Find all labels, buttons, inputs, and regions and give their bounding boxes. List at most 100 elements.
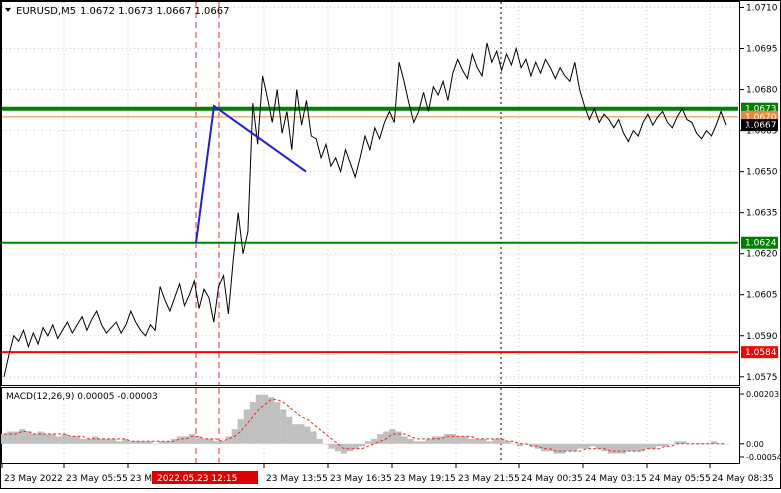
macd-bar [104,438,111,444]
macd-bar [510,443,517,445]
macd-tick-label: -0.00054 [746,453,781,462]
macd-bar [249,402,256,444]
macd-bar [656,443,663,447]
macd-bar [13,431,20,444]
symbol-label: EURUSD,M5 [16,6,76,17]
macd-bar [553,443,560,454]
macd-bar [547,443,554,452]
macd-bar [304,426,311,444]
price-tick-label: 1.0680 [746,86,778,96]
price-tick-label: 1.0710 [746,3,778,13]
macd-bar [480,438,487,444]
time-label: 24 May 05:55 [649,474,711,484]
price-tick-label: 1.0590 [746,332,778,342]
macd-tick-label: 0.00203 [746,390,779,399]
level-tag-label: 1.0584 [745,348,777,358]
cursor-time-label: 2022.05.23 12:15 [157,474,237,484]
macd-bar [298,424,305,444]
macd-bar [389,429,396,444]
macd-bar [632,443,639,452]
macd-bar [322,443,329,445]
macd-bar [67,436,74,444]
macd-bar [352,443,360,449]
macd-label: MACD(12,26,9) 0.00005 -0.00003 [6,392,158,402]
time-label: 23 May 13:55 [266,474,328,484]
macd-bar [7,431,14,444]
macd-bar [43,434,50,444]
macd-bar [613,443,620,454]
macd-bar [365,441,372,444]
macd-bar [625,443,633,452]
chart-window: 1.0673 1.0670 1.0667 1.0624 1.0584 1.0710 1.0… [0,0,781,489]
time-label: 23 May 16:35 [330,474,392,484]
macd-bar [55,436,62,444]
macd-bar [583,443,590,449]
macd-bar [110,438,117,444]
macd-bar [31,434,38,444]
macd-bar [346,443,353,452]
ohlc-values: 1.0672 1.0673 1.0667 1.0667 [80,6,230,17]
price-tick-label: 1.0605 [746,291,778,301]
price-tick-label: 1.0575 [746,373,778,383]
macd-bar [401,436,408,444]
macd-bar [462,436,469,444]
macd-bar [310,431,317,444]
macd-bar [328,443,335,449]
macd-bar [49,434,56,444]
macd-bar [413,441,420,444]
macd-bar [383,431,390,444]
time-label: 23 May 19:15 [394,474,456,484]
macd-bar [359,443,366,447]
chart-frame [0,0,781,489]
macd-bar [619,443,627,454]
macd-bar [474,438,481,444]
macd-bar [595,443,602,449]
price-tick-label: 1.0620 [746,250,778,260]
macd-bar [255,394,262,444]
macd-bar [601,443,608,452]
time-label: 24 May 08:35 [712,474,774,484]
time-label: 24 May 03:15 [585,474,647,484]
macd-bar [1,434,8,444]
macd-bar [468,438,475,444]
time-label: 23 May 21:55 [458,474,520,484]
macd-bar [571,443,578,452]
time-label: 23 May 05:55 [66,474,128,484]
macd-bar [425,438,432,444]
macd-bar [152,443,159,445]
macd-bar [577,443,584,449]
macd-bar [334,443,341,452]
macd-bar [419,441,426,444]
macd-bar [668,443,675,445]
macd-bar [37,431,44,444]
price-tick-label: 1.0635 [746,209,778,219]
macd-bar [456,436,463,444]
macd-bar [61,434,68,444]
macd-bar [92,436,99,444]
time-label: 24 May 00:35 [521,474,583,484]
macd-bar [98,438,105,444]
macd-bar [559,443,566,454]
macd-bar [650,443,657,449]
macd-bar [565,443,572,452]
macd-bar [73,436,80,444]
macd-bar [407,438,414,444]
macd-bar [79,438,87,444]
macd-bar [450,434,457,444]
macd-bar [268,397,275,444]
macd-bar [644,443,651,449]
price-tick-label: 1.0650 [746,168,778,178]
macd-bar [395,431,402,444]
macd-bar [589,443,596,447]
macd-bar [189,434,196,444]
price-tick-label: 1.0695 [746,45,778,55]
macd-bar [486,441,493,444]
macd-bar [25,431,32,444]
macd-bar [207,438,214,444]
level-tag-label: 1.0624 [745,239,777,249]
macd-bar [237,419,244,444]
macd-bar [213,441,220,444]
time-label: 23 May 2022 [4,474,63,484]
macd-bar [286,416,293,444]
macd-bar [274,402,281,444]
